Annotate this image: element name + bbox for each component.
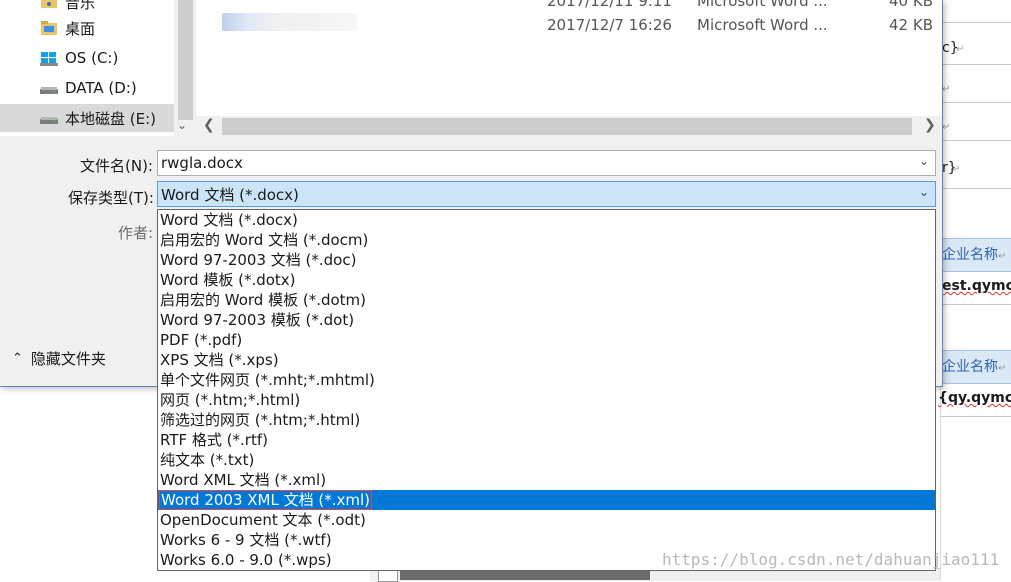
file-scroll-thumb[interactable] <box>222 118 912 135</box>
savetype-option[interactable]: 启用宏的 Word 文档 (*.docm) <box>158 230 935 250</box>
file-date: 2017/12/11 9:11 <box>547 0 672 10</box>
paragraph-mark: ↵ <box>942 122 951 133</box>
table-line <box>940 416 1011 417</box>
filename-input[interactable]: rwgla.docx ⌄ <box>157 150 936 176</box>
savetype-option-label: 单个文件网页 (*.mht;*.mhtml) <box>160 371 375 389</box>
filename-label: 文件名(N): <box>80 157 153 175</box>
savetype-option-label: Word 97-2003 模板 (*.dot) <box>160 311 355 329</box>
chevron-right-icon[interactable]: ❯ <box>924 117 936 133</box>
music-folder-icon <box>41 0 57 8</box>
chevron-left-icon[interactable]: ❮ <box>203 117 215 133</box>
nav-item-drive-c[interactable]: OS (C:) <box>0 44 174 72</box>
savetype-option-label: Word 2003 XML 文档 (*.xml) <box>158 490 373 510</box>
savetype-option-label: Word 97-2003 文档 (*.doc) <box>160 251 357 269</box>
savetype-option[interactable]: OpenDocument 文本 (*.odt) <box>158 510 935 530</box>
savetype-option-label: 筛选过的网页 (*.htm;*.html) <box>160 411 361 429</box>
savetype-option[interactable]: Word XML 文档 (*.xml) <box>158 470 935 490</box>
savetype-option[interactable]: Word 2003 XML 文档 (*.xml) <box>158 490 935 510</box>
doc-cell-label-2: 企业名称↵ <box>942 359 1007 375</box>
doc-fragment-2: r} ↵ <box>942 160 961 176</box>
savetype-option-label: Works 6 - 9 文档 (*.wtf) <box>160 531 332 549</box>
savetype-option-label: 启用宏的 Word 文档 (*.docm) <box>160 231 369 249</box>
nav-label: 本地磁盘 (E:) <box>65 109 157 128</box>
table-line <box>940 64 1011 65</box>
savetype-dropdown-list: Word 文档 (*.docx) 启用宏的 Word 文档 (*.docm) Wor… <box>157 209 936 571</box>
doc-status-bar <box>400 570 650 580</box>
file-date: 2017/12/7 16:26 <box>547 16 672 34</box>
navigation-pane: 音乐 桌面 OS (C:) DATA (D:) 本地磁盘 (E:) <box>0 0 174 136</box>
savetype-option-label: OpenDocument 文本 (*.odt) <box>160 511 366 529</box>
savetype-option[interactable]: 启用宏的 Word 模板 (*.dotm) <box>158 290 935 310</box>
savetype-option[interactable]: 网页 (*.htm;*.html) <box>158 390 935 410</box>
savetype-option-label: Word 文档 (*.docx) <box>160 211 298 229</box>
savetype-option-label: 纯文本 (*.txt) <box>160 451 255 469</box>
hide-folders-label: 隐藏文件夹 <box>30 350 106 368</box>
nav-item-drive-d[interactable]: DATA (D:) <box>0 74 174 102</box>
table-line <box>940 188 1011 189</box>
savetype-option[interactable]: Word 文档 (*.docx) <box>158 210 935 230</box>
savetype-option-label: 启用宏的 Word 模板 (*.dotm) <box>160 291 367 309</box>
file-type: Microsoft Word ... <box>697 16 828 34</box>
doc-cell-value-1: est.qymc} <box>942 278 1011 294</box>
nav-label: DATA (D:) <box>65 79 137 97</box>
savetype-option-label: Word 模板 (*.dotx) <box>160 271 296 289</box>
savetype-option-label: Word XML 文档 (*.xml) <box>160 471 327 489</box>
savetype-option-label: XPS 文档 (*.xps) <box>160 351 279 369</box>
table-line <box>940 140 1011 141</box>
drive-icon <box>40 87 58 94</box>
file-name-redacted <box>222 13 357 31</box>
file-size: 42 KB <box>889 16 933 34</box>
watermark: https://blog.csdn.net/dahuanjiao111 <box>662 550 1000 569</box>
savetype-option[interactable]: RTF 格式 (*.rtf) <box>158 430 935 450</box>
nav-scroll-thumb[interactable] <box>178 0 193 120</box>
doc-status-box <box>378 570 398 582</box>
chevron-up-icon: ⌃ <box>12 351 23 366</box>
savetype-option[interactable]: PDF (*.pdf) <box>158 330 935 350</box>
table-line <box>940 304 1011 305</box>
nav-label: 桌面 <box>65 19 96 38</box>
author-label: 作者: <box>118 224 154 242</box>
table-line <box>940 102 1011 103</box>
file-type: Microsoft Word ... <box>697 0 828 10</box>
savetype-option[interactable]: Word 模板 (*.dotx) <box>158 270 935 290</box>
savetype-option-label: Works 6.0 - 9.0 (*.wps) <box>160 551 332 569</box>
savetype-option[interactable]: Works 6 - 9 文档 (*.wtf) <box>158 530 935 550</box>
savetype-value: Word 文档 (*.docx) <box>161 185 299 204</box>
savetype-option[interactable]: 筛选过的网页 (*.htm;*.html) <box>158 410 935 430</box>
nav-label: OS (C:) <box>65 49 119 67</box>
savetype-option-label: PDF (*.pdf) <box>160 331 243 349</box>
savetype-label: 保存类型(T): <box>68 189 154 207</box>
savetype-option[interactable]: 单个文件网页 (*.mht;*.mhtml) <box>158 370 935 390</box>
windows-drive-icon <box>40 52 58 66</box>
nav-item-drive-e[interactable]: 本地磁盘 (E:) <box>0 104 174 132</box>
chevron-down-icon[interactable]: ⌄ <box>919 154 929 168</box>
drive-icon <box>40 117 58 124</box>
savetype-select[interactable]: Word 文档 (*.docx) ⌄ <box>157 181 936 207</box>
doc-cell-label-1: 企业名称↵ <box>942 247 1007 263</box>
savetype-option[interactable]: Word 97-2003 模板 (*.dot) <box>158 310 935 330</box>
chevron-down-icon[interactable]: ⌄ <box>177 118 187 132</box>
nav-item-desktop[interactable]: 桌面 <box>0 14 174 42</box>
file-size: 40 KB <box>889 0 933 10</box>
filename-value: rwgla.docx <box>161 154 243 172</box>
savetype-option-label: RTF 格式 (*.rtf) <box>160 431 268 449</box>
savetype-option[interactable]: XPS 文档 (*.xps) <box>158 350 935 370</box>
desktop-folder-icon <box>41 21 57 35</box>
nav-label: 音乐 <box>65 0 96 12</box>
paragraph-mark: ↵ <box>942 84 951 95</box>
savetype-option[interactable]: 纯文本 (*.txt) <box>158 450 935 470</box>
doc-cell-value-2: {qy.qymc} <box>938 390 1011 406</box>
savetype-option-label: 网页 (*.htm;*.html) <box>160 391 301 409</box>
chevron-down-icon[interactable]: ⌄ <box>919 185 929 199</box>
savetype-option[interactable]: Word 97-2003 文档 (*.doc) <box>158 250 935 270</box>
doc-fragment-1: c} ↵ <box>942 40 965 56</box>
table-line <box>940 22 1011 23</box>
hide-folders-button[interactable]: ⌃ 隐藏文件夹 <box>12 348 106 369</box>
